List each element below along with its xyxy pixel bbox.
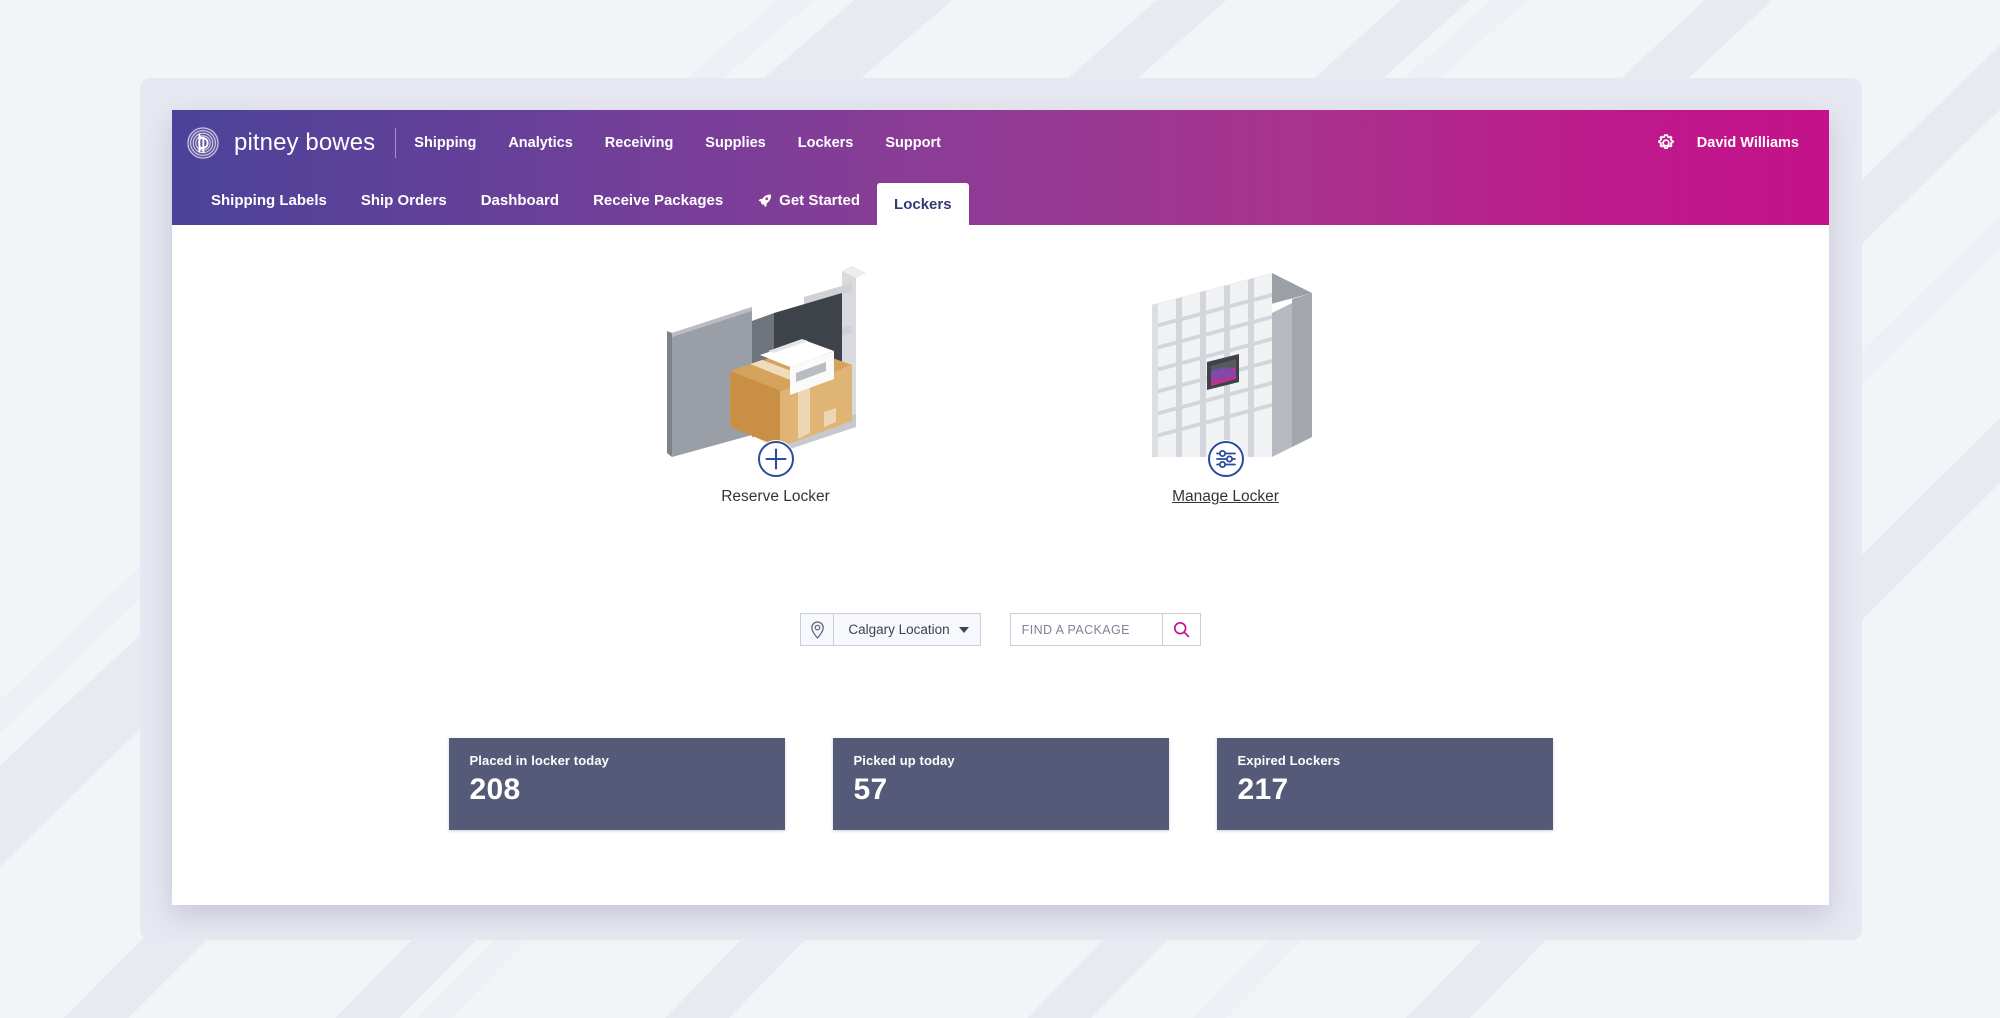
stat-value: 57 [853,773,888,806]
tab-ship-orders[interactable]: Ship Orders [344,176,464,225]
manage-locker-label: Manage Locker [1172,488,1279,505]
reserve-locker-label: Reserve Locker [721,488,830,505]
primary-nav-item-shipping[interactable]: Shipping [414,135,476,151]
tab-dashboard[interactable]: Dashboard [464,176,576,225]
primary-nav-item-supplies[interactable]: Supplies [705,135,765,151]
tab-lockers[interactable]: Lockers [877,183,969,225]
location-dropdown[interactable]: Calgary Location [834,613,981,646]
stats-row: Placed in locker today 208 Picked up tod… [172,738,1829,830]
content-area: Reserve Locker Manage Locker Calgary Loc… [172,225,1829,905]
locker-actions-row: Reserve Locker Manage Locker [172,261,1829,506]
tab-label: Dashboard [480,192,560,209]
stat-value: 208 [469,773,521,806]
locker-bank-illustration [1106,261,1346,478]
chevron-down-icon[interactable] [958,626,969,633]
primary-nav-item-analytics[interactable]: Analytics [508,135,572,151]
tab-label: Get Started [779,192,861,209]
tab-receive-packages[interactable]: Receive Packages [576,176,740,225]
app-window: pitney bowes Shipping Analytics Receivin… [172,110,1829,905]
secondary-tab-bar: Shipping Labels Ship Orders Dashboard Re… [172,176,1829,225]
brand-divider [395,128,397,158]
stat-label: Placed in locker today [469,753,609,768]
page-root: pitney bowes Shipping Analytics Receivin… [0,0,2000,1018]
user-name[interactable]: David Williams [1697,135,1799,151]
stat-card-picked-up-today: Picked up today 57 [832,738,1169,830]
pitney-bowes-logo-icon[interactable] [186,126,220,160]
tab-shipping-labels[interactable]: Shipping Labels [194,176,344,225]
plus-circle-icon[interactable] [756,440,795,478]
tab-label: Ship Orders [360,192,447,209]
top-brand-bar: pitney bowes Shipping Analytics Receivin… [172,110,1829,176]
stat-card-expired-lockers: Expired Lockers 217 [1216,738,1553,830]
stat-label: Picked up today [853,753,955,768]
gear-icon[interactable] [1655,132,1677,154]
reserve-locker-action[interactable]: Reserve Locker [626,261,926,506]
open-locker-with-package-illustration [656,261,896,478]
primary-nav-item-support[interactable]: Support [885,135,941,151]
stat-value: 217 [1237,773,1289,806]
primary-nav: Shipping Analytics Receiving Supplies Lo… [414,135,941,151]
primary-nav-item-receiving[interactable]: Receiving [605,135,674,151]
location-and-search-row: Calgary Location [172,613,1829,646]
sliders-settings-circle-icon[interactable] [1206,440,1245,478]
package-search-group [1009,613,1201,646]
location-selector[interactable]: Calgary Location [800,613,981,646]
topbar-right-group: David Williams [1655,132,1829,154]
stat-label: Expired Lockers [1237,753,1341,768]
search-input[interactable] [1009,613,1163,646]
search-icon [1173,621,1189,638]
rocket-icon [758,194,772,208]
manage-locker-action[interactable]: Manage Locker [1076,261,1376,506]
tab-get-started[interactable]: Get Started [740,176,877,225]
tab-label: Lockers [894,195,952,213]
stat-card-placed-in-locker-today: Placed in locker today 208 [448,738,785,830]
primary-nav-item-lockers[interactable]: Lockers [798,135,854,151]
location-value: Calgary Location [848,622,950,637]
location-pin-icon[interactable] [800,613,835,646]
tab-label: Shipping Labels [211,192,327,209]
brand-name: pitney bowes [234,129,376,156]
tab-label: Receive Packages [593,192,724,209]
search-button[interactable] [1162,613,1201,646]
